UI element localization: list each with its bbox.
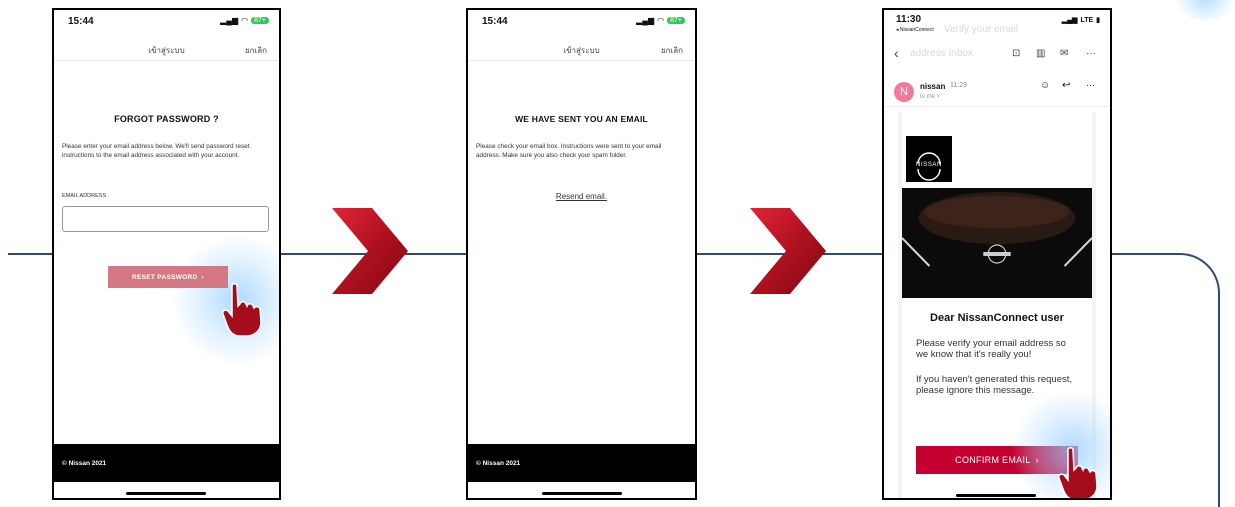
cancel-button[interactable]: ยกเลิก (661, 44, 683, 57)
home-indicator[interactable] (542, 492, 622, 495)
email-toolbar: ‹ ⊡ ▥ ✉ ··· (884, 44, 1110, 64)
page-title: FORGOT PASSWORD ? (114, 114, 219, 124)
signal-icon: ▂▄▆ (1061, 17, 1078, 24)
chevron-arrow-1 (332, 208, 408, 294)
pointing-hand-icon (222, 283, 262, 337)
footer: © Nissan 2021 (468, 444, 695, 482)
chevron-arrow-2 (750, 208, 826, 294)
sender-row: N nissan 11:29 to me ˅ ☺ ↩ ··· (884, 70, 1110, 107)
more-icon[interactable]: ··· (1086, 80, 1095, 90)
back-chevron-icon[interactable]: ‹ (894, 45, 899, 61)
page-title: WE HAVE SENT YOU AN EMAIL (515, 114, 648, 124)
status-icons: ▂▄▆ LTE ▮ (1061, 16, 1100, 25)
trash-icon[interactable]: ▥ (1036, 48, 1045, 59)
status-icons: ▂▄▆ ◠ 87+ (220, 16, 269, 25)
home-indicator[interactable] (956, 494, 1036, 497)
more-icon[interactable]: ··· (1086, 48, 1096, 59)
nissan-logo: NISSAN (906, 136, 952, 182)
mail-icon[interactable]: ✉ (1060, 48, 1068, 59)
instructions-text: Please enter your email address below. W… (62, 143, 250, 159)
status-bar: 15:44 ▂▄▆ ◠ 87+ (468, 10, 695, 32)
battery-icon: 87+ (251, 17, 269, 24)
footer: © Nissan 2021 (54, 444, 279, 482)
emoji-icon[interactable]: ☺ (1040, 80, 1050, 91)
logo-wordmark: NISSAN (916, 161, 942, 168)
cancel-button[interactable]: ยกเลิก (245, 44, 267, 57)
car-front-graphic (902, 192, 1092, 267)
footer-copyright: © Nissan 2021 (62, 460, 107, 467)
email-label: EMAIL ADDRESS (62, 193, 107, 199)
verify-paragraph: Please verify your email address so we k… (916, 338, 1066, 360)
recipient-toggle[interactable]: to me ˅ (920, 94, 940, 100)
flow-line-curve (1110, 253, 1220, 507)
wifi-icon: ◠ (241, 16, 249, 25)
sender-name: nissan (920, 82, 946, 91)
flow-line-left (8, 253, 52, 255)
corner-glow (1170, 0, 1235, 20)
status-time: 15:44 (68, 16, 94, 27)
phone-forgot-password: 15:44 ▂▄▆ ◠ 87+ เข้าสู่ระบบ ยกเลิก FORGO… (52, 8, 281, 500)
reply-icon[interactable]: ↩ (1062, 80, 1070, 91)
signal-icon: ▂▄▆ (636, 16, 655, 25)
signal-icon: ▂▄▆ (220, 16, 239, 25)
resend-email-link[interactable]: Resend email. (468, 192, 695, 201)
chevron-right-icon: › (201, 273, 204, 281)
send-time: 11:29 (950, 82, 967, 89)
email-field[interactable] (62, 206, 269, 232)
battery-icon: 87+ (667, 17, 685, 24)
back-to-app-link[interactable]: ◂ NissanConnect (896, 27, 934, 33)
greeting: Dear NissanConnect user (930, 312, 1064, 324)
car-front-image (902, 188, 1092, 298)
avatar: N (894, 82, 914, 102)
nav-bar: เข้าสู่ระบบ ยกเลิก (54, 36, 279, 61)
wifi-icon: ◠ (657, 16, 665, 25)
reset-password-button[interactable]: RESET PASSWORD › (108, 266, 228, 288)
home-indicator[interactable] (126, 492, 206, 495)
reset-password-label: RESET PASSWORD (132, 273, 198, 281)
status-icons: ▂▄▆ ◠ 87+ (636, 16, 685, 25)
phone-verify-email: 11:30 ◂ NissanConnect ▂▄▆ LTE ▮ Verify y… (882, 8, 1112, 500)
status-time: 11:30 (896, 14, 922, 25)
archive-icon[interactable]: ⊡ (1012, 48, 1020, 59)
footer-copyright: © Nissan 2021 (476, 460, 521, 467)
status-bar: 15:44 ▂▄▆ ◠ 87+ (54, 10, 279, 32)
network-label: LTE (1080, 16, 1094, 24)
instructions-text: Please check your email box. Instruction… (476, 143, 662, 159)
pointing-hand-icon (1058, 447, 1098, 498)
status-time: 15:44 (482, 16, 508, 27)
phone-email-sent: 15:44 ▂▄▆ ◠ 87+ เข้าสู่ระบบ ยกเลิก WE HA… (466, 8, 697, 500)
scrolled-title: Verify your email (944, 24, 1018, 35)
nav-bar: เข้าสู่ระบบ ยกเลิก (468, 36, 695, 61)
battery-icon: ▮ (1096, 17, 1100, 24)
